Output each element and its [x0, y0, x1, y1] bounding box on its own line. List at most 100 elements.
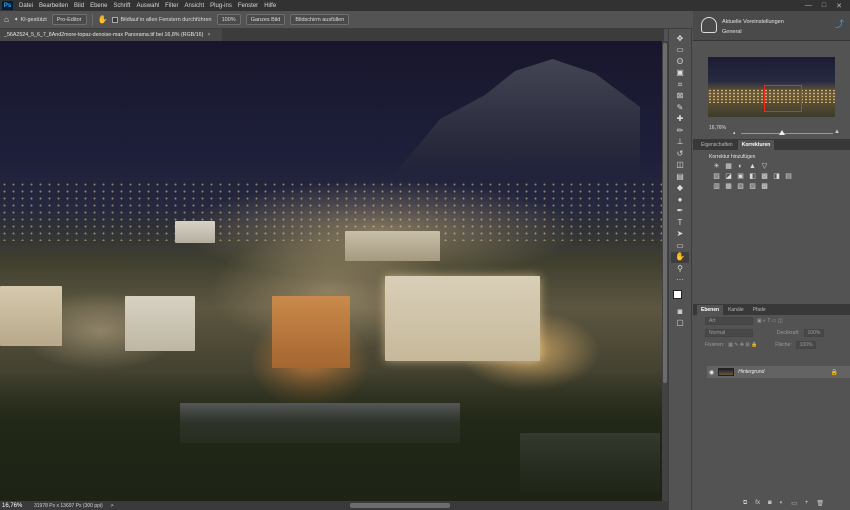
adjustment-icon[interactable]: ▽: [761, 163, 768, 170]
rectangle-tool[interactable]: ▭: [671, 240, 689, 252]
adjustment-icon[interactable]: ▨: [749, 183, 756, 190]
ai-assisted-toggle[interactable]: ✦ KI-gestützt: [14, 17, 47, 23]
menu-window[interactable]: Fenster: [235, 3, 261, 9]
adjustment-icon[interactable]: ▣: [737, 173, 744, 180]
horizontal-scroll-thumb[interactable]: [350, 503, 450, 508]
more-tools[interactable]: ···: [671, 275, 689, 287]
adjustment-icon[interactable]: ▧: [737, 183, 744, 190]
history-brush-tool[interactable]: ↺: [671, 148, 689, 160]
zoom-100-button[interactable]: 100%: [216, 14, 241, 25]
quick-mask-icon[interactable]: ◙: [671, 306, 689, 318]
document-tab[interactable]: _56A2524_5_6_7_8And2more-topaz-denoise-m…: [0, 29, 222, 41]
adjustment-icon[interactable]: ▤: [785, 173, 792, 180]
adjustment-icon[interactable]: ▦: [725, 183, 732, 190]
close-window-button[interactable]: ✕: [836, 2, 842, 10]
eyedropper-tool[interactable]: ✎: [671, 102, 689, 114]
type-tool[interactable]: T: [671, 217, 689, 229]
object-select-tool[interactable]: ▣: [671, 68, 689, 80]
frame-tool[interactable]: ⊠: [671, 91, 689, 103]
hand-tool[interactable]: ✋: [671, 251, 689, 263]
adjustment-icon[interactable]: ▲: [749, 163, 756, 170]
new-adjustment-icon[interactable]: ◐: [780, 500, 784, 507]
zoom-tool[interactable]: ⚲: [671, 263, 689, 275]
vertical-scroll-thumb[interactable]: [663, 43, 667, 383]
lasso-tool[interactable]: ʘ: [671, 56, 689, 68]
menu-help[interactable]: Hilfe: [261, 3, 279, 9]
pen-tool[interactable]: ✒: [671, 206, 689, 218]
navigator-thumbnail[interactable]: [708, 57, 835, 117]
zoom-readout[interactable]: 16,76%: [2, 503, 26, 509]
adjustment-icon[interactable]: ☀: [713, 163, 720, 170]
gradient-tool[interactable]: ▤: [671, 171, 689, 183]
close-document-icon[interactable]: ×: [207, 32, 210, 38]
adjustment-icon[interactable]: ◨: [773, 173, 780, 180]
layer-filter-dropdown[interactable]: Art: [705, 317, 753, 325]
color-swatches[interactable]: [671, 288, 689, 306]
tab-paths[interactable]: Pfade: [749, 305, 770, 315]
adjustment-icon[interactable]: ▨: [713, 173, 720, 180]
fill-field[interactable]: 100%: [795, 341, 817, 349]
trash-icon[interactable]: 🗑: [816, 500, 824, 507]
artboard-tool[interactable]: ▭: [671, 45, 689, 57]
navigator-zoom-slider[interactable]: [741, 130, 833, 135]
blur-tool[interactable]: ◆: [671, 183, 689, 195]
menu-filter[interactable]: Filter: [162, 3, 181, 9]
screen-mode-icon[interactable]: ▢: [671, 318, 689, 330]
menu-image[interactable]: Bild: [71, 3, 87, 9]
adjustment-icon[interactable]: ◐: [737, 163, 744, 170]
tab-layers[interactable]: Ebenen: [697, 305, 724, 315]
image-canvas[interactable]: [0, 41, 662, 501]
filter-icons[interactable]: ▣ ◐ T ▭ ◫: [757, 318, 783, 324]
view-box[interactable]: [764, 85, 802, 112]
tab-properties[interactable]: Eigenschaften: [697, 140, 737, 150]
menu-select[interactable]: Auswahl: [133, 3, 162, 9]
brush-tool[interactable]: ✏: [671, 125, 689, 137]
maximize-button[interactable]: □: [822, 2, 826, 10]
adjustment-icon[interactable]: ◧: [749, 173, 756, 180]
navigator-zoom[interactable]: 16,76%: [709, 125, 726, 131]
tab-adjustments[interactable]: Korrekturen: [737, 140, 775, 150]
hand-icon[interactable]: ✋: [98, 15, 108, 24]
fit-screen-button[interactable]: Ganzes Bild: [245, 14, 286, 25]
menu-edit[interactable]: Bearbeiten: [36, 3, 71, 9]
adjustment-icon[interactable]: ◪: [725, 173, 732, 180]
adjustment-icon[interactable]: ▩: [761, 183, 768, 190]
foreground-color[interactable]: [673, 290, 682, 299]
new-layer-icon[interactable]: +: [805, 500, 809, 507]
blend-mode-select[interactable]: Normal: [705, 329, 753, 337]
eraser-tool[interactable]: ◫: [671, 160, 689, 172]
scroll-all-windows-option[interactable]: Bildlauf in allen Fenstern durchführen: [112, 16, 212, 23]
layer-name[interactable]: Hintergrund: [738, 369, 764, 375]
adjustment-icon[interactable]: ▩: [761, 173, 768, 180]
stamp-tool[interactable]: ⊥: [671, 137, 689, 149]
status-menu-arrow[interactable]: >: [111, 503, 114, 509]
add-mask-icon[interactable]: ◙: [768, 500, 772, 507]
layer-lock-icon[interactable]: 🔒: [831, 369, 838, 376]
discover-arrow-icon[interactable]: ⤴: [835, 17, 844, 30]
menu-view[interactable]: Ansicht: [181, 3, 207, 9]
path-select-tool[interactable]: ➤: [671, 229, 689, 241]
fx-icon[interactable]: fx: [755, 500, 760, 507]
scroll-all-checkbox[interactable]: [112, 16, 119, 23]
crop-tool[interactable]: ⌗: [671, 79, 689, 91]
photoshop-logo[interactable]: Ps: [2, 1, 13, 10]
menu-file[interactable]: Datei: [16, 3, 36, 9]
menu-type[interactable]: Schrift: [110, 3, 133, 9]
move-tool[interactable]: ✥: [671, 33, 689, 45]
zoom-in-icon[interactable]: ▲: [834, 129, 840, 135]
opacity-field[interactable]: 100%: [803, 329, 825, 337]
minimize-button[interactable]: —: [805, 2, 812, 10]
layer-background[interactable]: ◉ Hintergrund 🔒: [707, 366, 850, 378]
zoom-out-icon[interactable]: ▴: [733, 130, 736, 136]
visibility-eye-icon[interactable]: ◉: [709, 369, 714, 376]
fill-screen-button[interactable]: Bildschirm ausfüllen: [290, 14, 350, 25]
dodge-tool[interactable]: ●: [671, 194, 689, 206]
menu-layer[interactable]: Ebene: [87, 3, 110, 9]
pro-editor-button[interactable]: Pro-Editor: [51, 14, 87, 25]
lock-icons[interactable]: ▦ ✎ ✥ ⊠ 🔒: [728, 342, 757, 348]
new-group-icon[interactable]: ▭: [791, 500, 797, 507]
spot-heal-tool[interactable]: ✚: [671, 114, 689, 126]
tab-channels[interactable]: Kanäle: [724, 305, 748, 315]
home-icon[interactable]: ⌂: [4, 15, 9, 24]
menu-plugins[interactable]: Plug-ins: [207, 3, 235, 9]
